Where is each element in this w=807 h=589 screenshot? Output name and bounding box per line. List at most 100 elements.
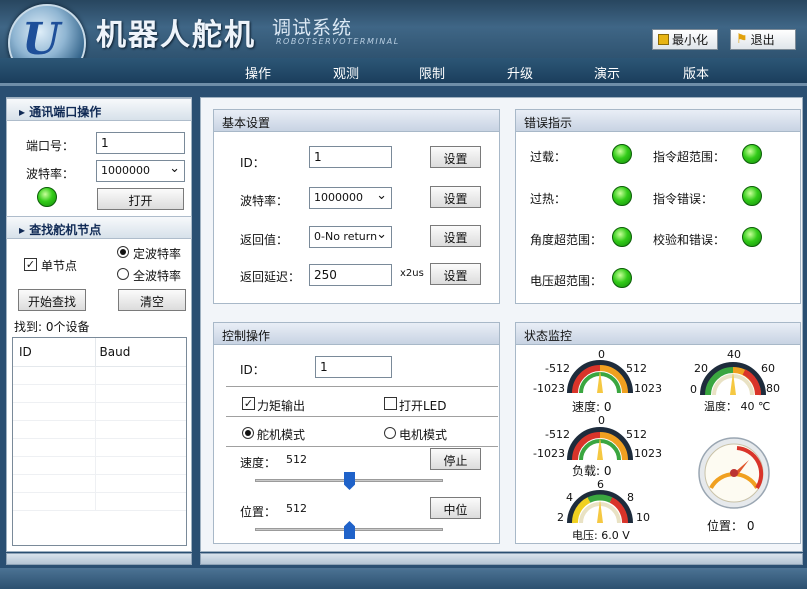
- start-search-button[interactable]: 开始查找: [18, 289, 86, 311]
- speed-readout: 速度: 0: [572, 400, 612, 414]
- menu-observe[interactable]: 观测: [333, 63, 359, 82]
- load-tick-1023: 1023: [634, 447, 662, 460]
- voltage-range-led: [612, 268, 632, 288]
- menu-version[interactable]: 版本: [683, 63, 709, 82]
- single-node-label: 单节点: [41, 259, 78, 273]
- load-tick-neg512: -512: [545, 428, 570, 441]
- status-bar: [0, 568, 807, 589]
- fixed-baud-radio[interactable]: [117, 246, 129, 258]
- baud-select[interactable]: 1000000: [96, 160, 185, 182]
- separator: [226, 416, 498, 417]
- return-delay-label: 返回延迟：: [240, 270, 301, 284]
- port-input[interactable]: 1: [96, 132, 185, 154]
- clear-button[interactable]: 清空: [118, 289, 186, 311]
- comm-section-header[interactable]: 通讯端口操作: [6, 98, 192, 121]
- exit-label: 退出: [750, 33, 775, 47]
- menu-upgrade[interactable]: 升级: [507, 63, 533, 82]
- volt-tick-4: 4: [566, 491, 573, 504]
- position-value: 512: [286, 502, 307, 515]
- minimize-icon: [658, 34, 669, 45]
- port-label: 端口号：: [26, 139, 75, 153]
- right-scroll-strip: [200, 553, 803, 565]
- app-title: 机器人舵机: [96, 18, 256, 53]
- load-tick-neg1023: -1023: [533, 447, 565, 460]
- speed-tick-neg1023: -1023: [533, 382, 565, 395]
- load-tick-0: 0: [598, 414, 605, 427]
- find-section-header[interactable]: 查找舵机节点: [6, 216, 192, 239]
- torque-checkbox[interactable]: ✓: [242, 397, 255, 410]
- temp-tick-60: 60: [761, 362, 775, 375]
- left-scroll-strip: [6, 553, 192, 565]
- all-baud-label: 全波特率: [133, 269, 182, 283]
- angle-range-led: [612, 227, 632, 247]
- stop-button[interactable]: 停止: [430, 448, 481, 470]
- center-button[interactable]: 中位: [430, 497, 481, 519]
- set-return-button[interactable]: 设置: [430, 225, 481, 247]
- voltage-gauge: [567, 490, 633, 524]
- col-baud-header[interactable]: Baud: [95, 338, 186, 367]
- speed-tick-1023: 1023: [634, 382, 662, 395]
- angle-range-label: 角度超范围：: [530, 233, 603, 247]
- temperature-gauge: [700, 362, 766, 396]
- servo-mode-label: 舵机模式: [257, 428, 306, 442]
- open-port-button[interactable]: 打开: [97, 188, 184, 210]
- instruction-range-led: [742, 144, 762, 164]
- menu-limit[interactable]: 限制: [419, 63, 445, 82]
- basic-id-label: ID：: [240, 156, 265, 170]
- set-id-button[interactable]: 设置: [430, 146, 481, 168]
- speed-tick-neg512: -512: [545, 362, 570, 375]
- basic-baud-select[interactable]: 1000000: [309, 187, 392, 209]
- led-label: 打开LED: [399, 399, 447, 413]
- temperature-readout: 温度： 40 ℃: [704, 400, 771, 413]
- basic-id-input[interactable]: 1: [309, 146, 392, 168]
- device-list[interactable]: ID Baud: [12, 337, 187, 546]
- servo-mode-radio[interactable]: [242, 427, 254, 439]
- load-readout: 负载: 0: [572, 464, 612, 478]
- voltage-range-label: 电压超范围：: [530, 274, 603, 288]
- port-status-led: [37, 187, 57, 207]
- return-value-label: 返回值：: [240, 233, 289, 247]
- separator: [226, 446, 498, 447]
- speed-tick-0: 0: [598, 348, 605, 361]
- error-indicator-header: 错误指示: [516, 110, 800, 132]
- instruction-error-led: [742, 186, 762, 206]
- position-readout: 位置： 0: [707, 519, 755, 533]
- torque-label: 力矩输出: [257, 399, 306, 413]
- temp-tick-0: 0: [690, 383, 697, 396]
- instruction-error-label: 指令错误：: [653, 192, 714, 206]
- temp-tick-20: 20: [694, 362, 708, 375]
- single-node-checkbox[interactable]: ✓: [24, 258, 37, 271]
- led-checkbox[interactable]: [384, 397, 397, 410]
- control-id-input[interactable]: 1: [315, 356, 392, 378]
- return-delay-input[interactable]: 250: [309, 264, 392, 286]
- set-baud-button[interactable]: 设置: [430, 186, 481, 208]
- speed-tick-512: 512: [626, 362, 647, 375]
- load-tick-512: 512: [626, 428, 647, 441]
- speed-label: 速度：: [240, 456, 277, 470]
- volt-tick-10: 10: [636, 511, 650, 524]
- motor-mode-label: 电机模式: [399, 428, 448, 442]
- separator: [226, 386, 498, 387]
- app-subtitle: 调试系统: [272, 17, 353, 39]
- col-id-header[interactable]: ID: [13, 338, 96, 367]
- minimize-label: 最小化: [672, 33, 709, 47]
- minimize-button[interactable]: 最小化: [652, 29, 718, 50]
- instruction-range-label: 指令超范围：: [653, 150, 726, 164]
- menu-operate[interactable]: 操作: [245, 63, 271, 82]
- volt-tick-8: 8: [627, 491, 634, 504]
- volt-tick-2: 2: [557, 511, 564, 524]
- basic-settings-header: 基本设置: [214, 110, 499, 132]
- control-header: 控制操作: [214, 323, 499, 345]
- temp-tick-40: 40: [727, 348, 741, 361]
- set-delay-button[interactable]: 设置: [430, 263, 481, 285]
- baud-label: 波特率：: [26, 167, 75, 181]
- return-value-select[interactable]: 0-No return: [309, 226, 392, 248]
- app-title-english: ROBOTSERVOTERMINAL: [276, 37, 400, 46]
- position-label: 位置：: [240, 505, 277, 519]
- all-baud-radio[interactable]: [117, 268, 129, 280]
- overheat-led: [612, 186, 632, 206]
- menu-demo[interactable]: 演示: [594, 63, 620, 82]
- exit-button[interactable]: ⚑ 退出: [730, 29, 796, 50]
- motor-mode-radio[interactable]: [384, 427, 396, 439]
- status-monitor-header: 状态监控: [516, 323, 800, 345]
